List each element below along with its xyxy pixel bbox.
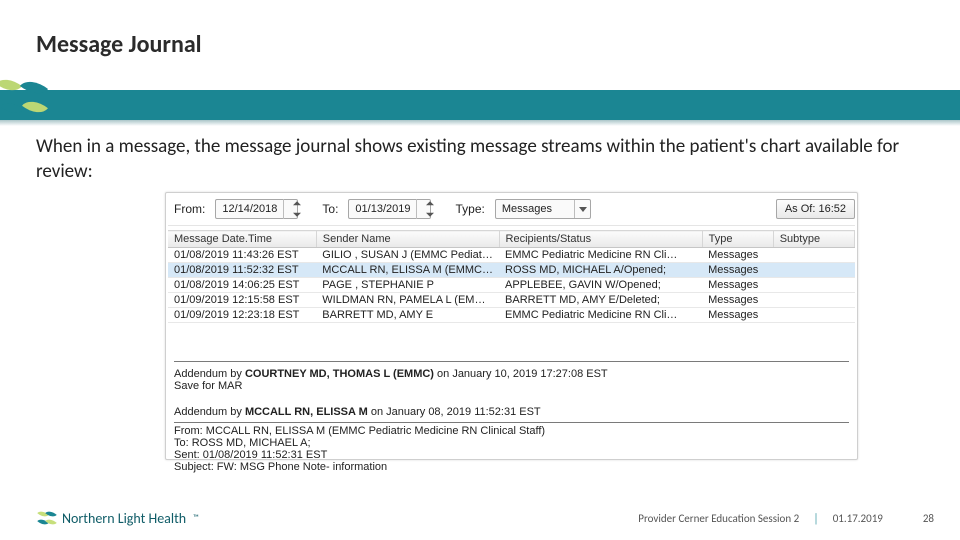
table-row[interactable]: 01/09/2019 12:23:18 EST BARRETT MD, AMY … [168, 308, 855, 323]
detail-to: To: ROSS MD, MICHAEL A; [174, 437, 849, 449]
detail-sent: Sent: 01/08/2019 11:52:31 EST [174, 449, 849, 461]
from-label: From: [174, 202, 205, 216]
chevron-down-icon [574, 200, 590, 218]
leaf-logo-icon [36, 508, 56, 528]
slide-footer: Northern Light Health™ Provider Cerner E… [0, 506, 960, 530]
addendum-body: Save for MAR [174, 380, 849, 392]
slide-title: Message Journal [36, 30, 202, 59]
to-label: To: [322, 202, 338, 216]
addendum-header: Addendum by COURTNEY MD, THOMAS L (EMMC)… [174, 368, 849, 380]
to-date-field[interactable]: 01/13/2019 [348, 199, 431, 219]
col-recipients[interactable]: Recipients/Status [499, 231, 702, 248]
table-row[interactable]: 01/08/2019 11:43:26 EST GILIO , SUSAN J … [168, 248, 855, 263]
decorative-leaves [0, 78, 58, 132]
footer-page-number: 28 [923, 512, 934, 525]
table-row[interactable]: 01/08/2019 11:52:32 EST MCCALL RN, ELISS… [168, 263, 855, 278]
message-detail-pane: Addendum by COURTNEY MD, THOMAS L (EMMC)… [168, 355, 855, 477]
from-date-stepper[interactable] [283, 199, 297, 219]
footer-separator: │ [809, 512, 823, 525]
col-datetime[interactable]: Message Date.Time [168, 231, 316, 248]
detail-subject: Subject: FW: MSG Phone Note- information [174, 461, 849, 473]
filter-bar: From: 12/14/2018 To: 01/13/2019 Type: Me… [168, 195, 855, 226]
col-subtype[interactable]: Subtype [773, 231, 854, 248]
table-header-row: Message Date.Time Sender Name Recipients… [168, 231, 855, 248]
col-sender[interactable]: Sender Name [316, 231, 499, 248]
as-of-button[interactable]: As Of: 16:52 [776, 199, 855, 219]
type-select[interactable]: Messages [495, 199, 591, 219]
footer-date: 01.17.2019 [833, 512, 883, 525]
detail-from: From: MCCALL RN, ELISSA M (EMMC Pediatri… [174, 425, 849, 437]
message-table: Message Date.Time Sender Name Recipients… [168, 230, 855, 323]
from-date-field[interactable]: 12/14/2018 [215, 199, 298, 219]
from-date-value: 12/14/2018 [216, 203, 283, 215]
table-row[interactable]: 01/09/2019 12:15:58 EST WILDMAN RN, PAME… [168, 293, 855, 308]
to-date-stepper[interactable] [416, 199, 430, 219]
message-journal-screenshot: From: 12/14/2018 To: 01/13/2019 Type: Me… [165, 192, 858, 460]
type-select-value: Messages [496, 203, 574, 215]
brand-logo: Northern Light Health™ [36, 508, 199, 528]
type-label: Type: [455, 202, 484, 216]
slide-description: When in a message, the message journal s… [36, 135, 924, 184]
to-date-value: 01/13/2019 [349, 203, 416, 215]
col-type[interactable]: Type [702, 231, 773, 248]
table-row[interactable]: 01/08/2019 14:06:25 EST PAGE , STEPHANIE… [168, 278, 855, 293]
footer-session: Provider Cerner Education Session 2 [638, 512, 799, 525]
title-banner [0, 90, 960, 120]
addendum-header: Addendum by MCCALL RN, ELISSA M on Janua… [174, 406, 849, 418]
brand-name: Northern Light Health [62, 510, 186, 527]
